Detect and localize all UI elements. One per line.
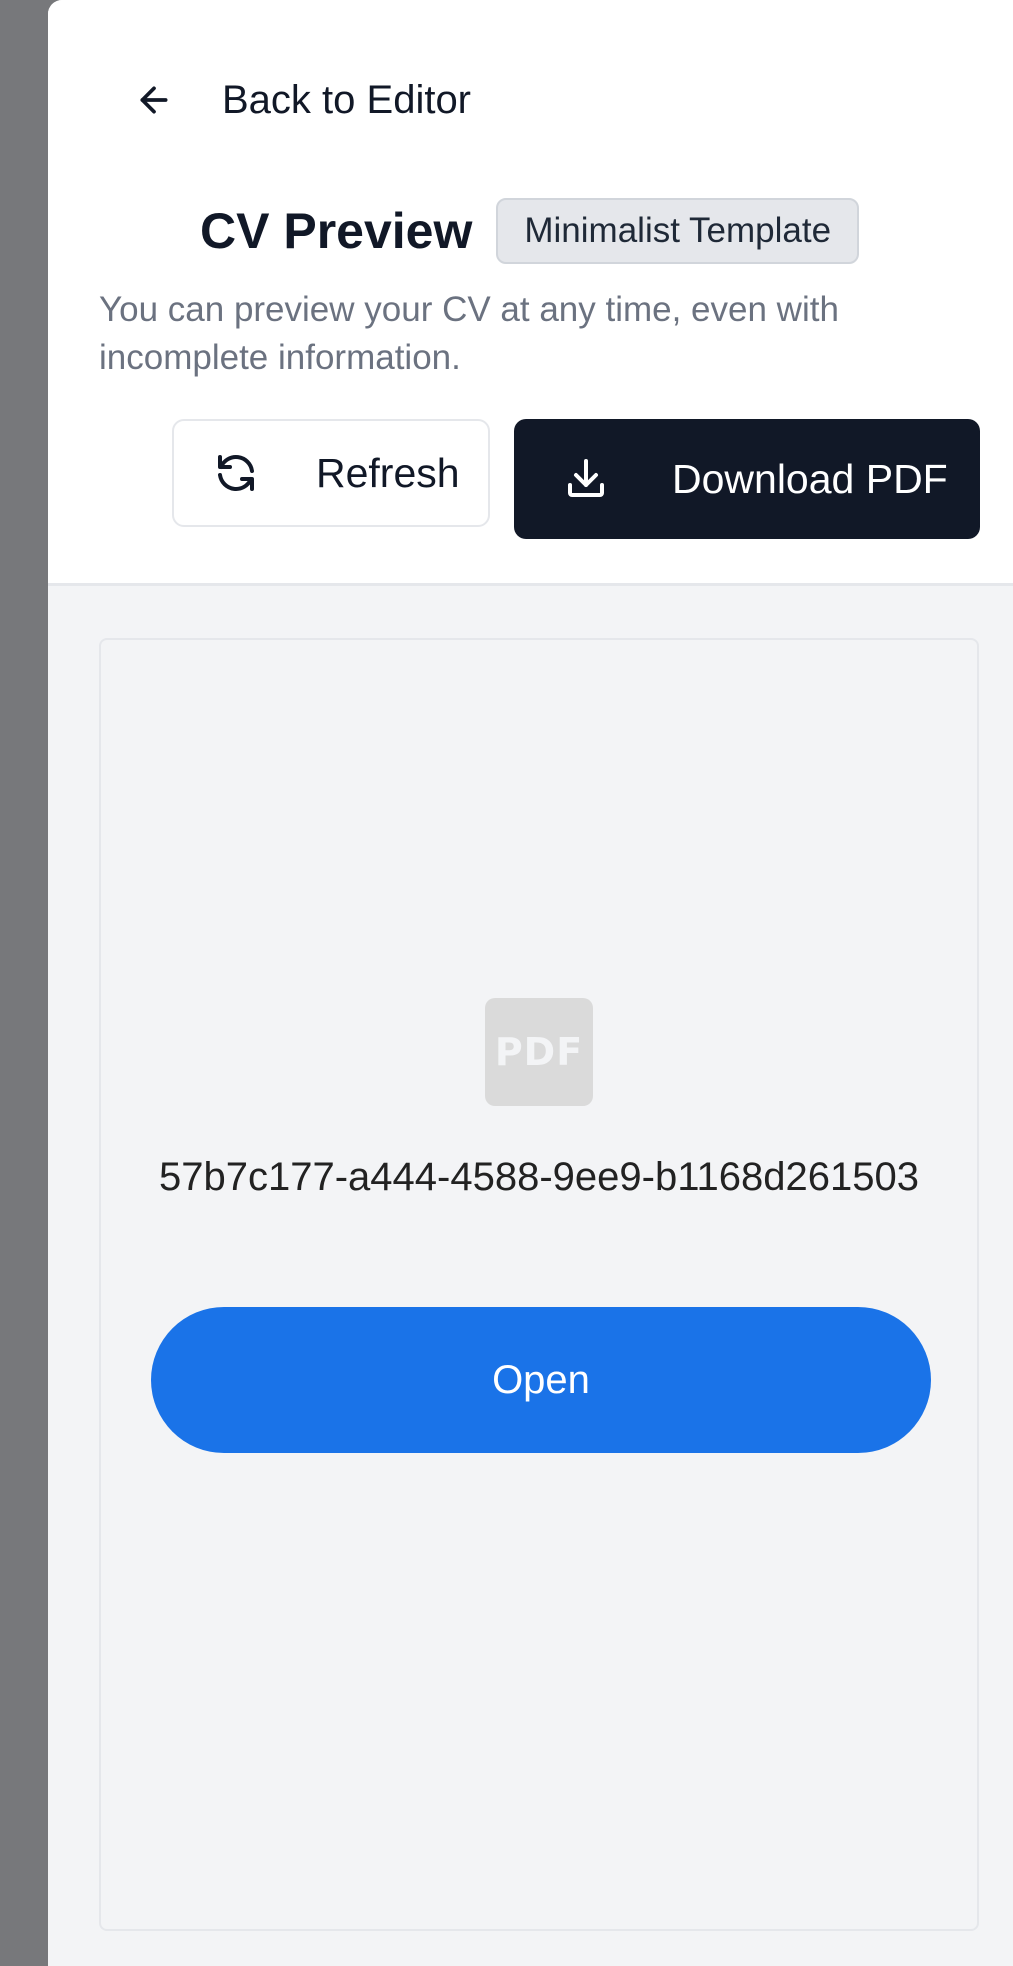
pdf-viewer: PDF 57b7c177-a444-4588-9ee9-b1168d261503… [99,638,979,1931]
arrow-left-icon [134,80,174,120]
preview-header: Back to Editor CV Preview Minimalist Tem… [48,0,1013,586]
pdf-file-icon: PDF [485,998,593,1106]
back-to-editor-button[interactable]: Back to Editor [128,62,508,138]
download-icon [562,455,610,503]
download-pdf-label: Download PDF [672,455,948,502]
template-badge: Minimalist Template [496,198,860,264]
preview-description: You can preview your CV at any time, eve… [99,290,839,377]
page-title: CV Preview [200,203,473,259]
open-button[interactable]: Open [151,1307,931,1453]
cv-preview-sheet: Back to Editor CV Preview Minimalist Tem… [48,0,1013,1966]
refresh-label: Refresh [316,449,460,496]
download-pdf-button[interactable]: Download PDF [514,419,980,539]
refresh-icon [212,449,260,497]
back-to-editor-label: Back to Editor [222,77,472,122]
refresh-button[interactable]: Refresh [172,419,490,527]
file-name: 57b7c177-a444-4588-9ee9-b1168d261503 [159,1155,919,1199]
title-row: CV Preview Minimalist Template [200,198,860,264]
backdrop-overlay[interactable] [0,0,48,1966]
